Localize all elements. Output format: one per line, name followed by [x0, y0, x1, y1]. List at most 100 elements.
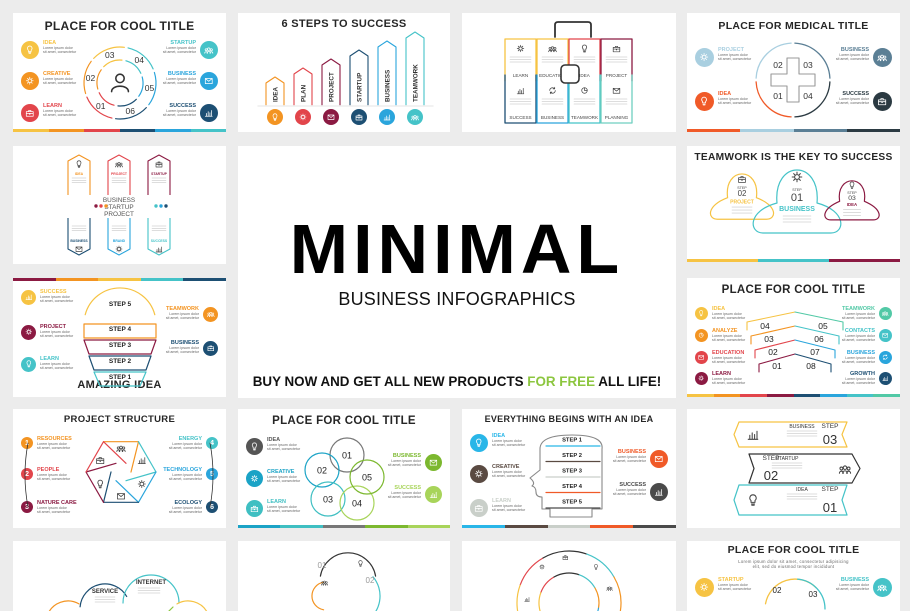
hero-banner: MINIMAL BUSINESS INFOGRAPHICS BUY NOW AN… — [238, 146, 676, 398]
step-number: 03 — [764, 334, 774, 344]
decor-shape — [117, 162, 121, 165]
step-number: 02 — [738, 189, 747, 198]
people-icon — [321, 580, 328, 586]
decor-shape — [325, 581, 328, 584]
case-icon — [562, 555, 568, 560]
diagram: BUSINESS STEP03STARTUPSTEP02IDEA STEP01 — [733, 421, 861, 516]
infographic-tile-heads[interactable]: TEAMWORK IS THE KEY TO SUCCESS STEP 02 PROJ… — [687, 146, 900, 262]
cell-label: PLANNING — [605, 115, 629, 120]
infographic-tile-cross[interactable]: PLACE FOR MEDICAL TITLE PROJECT Lorem ipsu… — [687, 13, 900, 132]
decor-shape — [839, 466, 844, 471]
decor-shape — [137, 480, 146, 488]
decor-shape — [358, 560, 363, 567]
step-number: 04 — [135, 55, 145, 65]
step-number: 01 — [791, 192, 803, 204]
step-label: STEP 5 — [562, 500, 583, 506]
decor-shape — [147, 211, 171, 256]
infographic-tile-arrows[interactable]: 6 STEPS TO SUCCESS IDEA PLAN PROJECT STARTUP… — [238, 13, 450, 132]
decor-shape — [85, 462, 117, 503]
decor-shape — [115, 471, 157, 503]
case-icon — [96, 457, 105, 464]
step-label: STEP 2 — [562, 453, 582, 459]
decor-shape — [749, 494, 757, 506]
decor-shape — [791, 171, 803, 183]
center-text: STARTUP — [104, 204, 133, 211]
step-label: PLAN — [301, 84, 308, 102]
infographic-tile-hex[interactable]: IDEA PROJECT STARTUP BUSINESS BRAND SUCCESS BU… — [13, 146, 226, 264]
infographic-tile-head[interactable]: EVERYTHING BEGINS WITH AN IDEA IDEA Lorem … — [462, 409, 676, 528]
decor-shape — [560, 64, 580, 84]
diagram: LEARN EDUCATION IDEA PROJECTSUCCESS BUSINESS… — [504, 21, 633, 124]
infographic-tile-semi[interactable]: PLACE FOR COOL TITLE Lorem ipsum dolor si… — [687, 541, 900, 611]
step-label: STEP 4 — [109, 326, 132, 333]
hex-label: STARTUP — [151, 172, 167, 176]
chart-icon — [747, 430, 759, 440]
decor-shape — [96, 69, 102, 90]
people-icon — [116, 445, 126, 452]
decor-shape — [586, 553, 615, 578]
step-number: 02 — [366, 576, 375, 585]
bulb-icon — [594, 563, 598, 570]
step-number: 01 — [318, 561, 327, 570]
infographic-tile-ring[interactable]: PLACE FOR COOL TITLE IDEA Lorem ipsum dolo… — [13, 13, 226, 132]
decor-shape — [539, 564, 545, 570]
diagram — [24, 441, 214, 508]
step-badge — [351, 109, 367, 125]
infographic-tile-bulb[interactable]: AMAZING IDEA SUCCESS Lorem ipsum dolor sit… — [13, 278, 226, 397]
step-label: PROJECT — [730, 199, 755, 205]
infographic-tile-circles[interactable]: PLACE FOR COOL TITLE IDEA Lorem ipsum dolo… — [238, 409, 450, 528]
infographic-tile-chevrons[interactable]: PLACE FOR COOL TITLE IDEA Lorem ipsum dolo… — [687, 278, 900, 397]
diagram: IDEA PROJECT STARTUPBUSINESS BRAND SUCCESSBU… — [33, 154, 203, 256]
step-label: IDEA — [273, 87, 280, 102]
step-number: 02 — [773, 586, 782, 595]
decor-shape — [581, 44, 588, 53]
decor-shape — [747, 430, 759, 440]
step-number: 02 — [86, 73, 96, 83]
decor-shape — [519, 557, 544, 586]
infographic-tile-hexring[interactable]: PROJECT STRUCTURE 1 RESOURCES Lorem ipsum d… — [13, 409, 226, 528]
decor-shape — [849, 181, 855, 189]
step-badge — [379, 109, 395, 125]
gear-icon — [539, 564, 545, 570]
step-number: 01 — [773, 91, 783, 101]
decor-shape — [76, 160, 82, 168]
decor-shape — [137, 457, 146, 464]
decor-shape — [117, 493, 125, 500]
decor-shape — [550, 46, 555, 50]
step-number: 05 — [362, 473, 372, 483]
step-number: 07 — [810, 347, 820, 357]
decor-shape — [562, 555, 568, 560]
step-label: STEP 3 — [109, 342, 132, 349]
decor-shape — [538, 592, 542, 611]
infographic-tile-petals[interactable]: SERVICE INTERNET — [13, 541, 226, 611]
step-number: 01 — [96, 101, 106, 111]
decor-shape — [518, 46, 523, 51]
decor-shape — [319, 552, 377, 577]
diagram: IDEA PLAN PROJECT STARTUP BUSINESS TEAMWORK — [257, 31, 434, 125]
cell-label: SUCCESS — [509, 115, 531, 120]
people-icon — [115, 162, 123, 168]
decor-shape — [115, 162, 118, 166]
infographic-tile-puzzle[interactable] — [462, 541, 676, 611]
step-badge — [267, 109, 283, 125]
infographic-tile-briefcase[interactable]: LEARN EDUCATION IDEA PROJECT SUCCESS BUSINESS… — [462, 13, 676, 132]
cell-label: LEARN — [513, 73, 528, 78]
decor-shape — [120, 162, 123, 166]
step-number: 02 — [768, 347, 778, 357]
step-number: 03 — [848, 195, 856, 202]
pie-icon — [581, 87, 588, 94]
infographic-tile-banners[interactable]: BUSINESS STEP 03 STARTUP STEP 02 IDEA STEP 01 — [687, 409, 900, 528]
decor-shape — [612, 87, 621, 94]
diagram — [516, 550, 622, 611]
step-number: 02 — [317, 466, 327, 476]
decor-shape — [115, 165, 123, 168]
infographic-tile-spiral[interactable]: 01 02 — [238, 541, 450, 611]
decor-shape — [610, 587, 613, 590]
promo-highlight: FOR FREE — [527, 374, 595, 389]
step-label: STEP 5 — [109, 301, 132, 308]
step-badge — [407, 109, 423, 125]
dot — [154, 204, 158, 208]
decor-shape — [116, 449, 126, 452]
decor-shape — [115, 73, 125, 84]
promo-after: ALL LIFE! — [598, 374, 662, 389]
